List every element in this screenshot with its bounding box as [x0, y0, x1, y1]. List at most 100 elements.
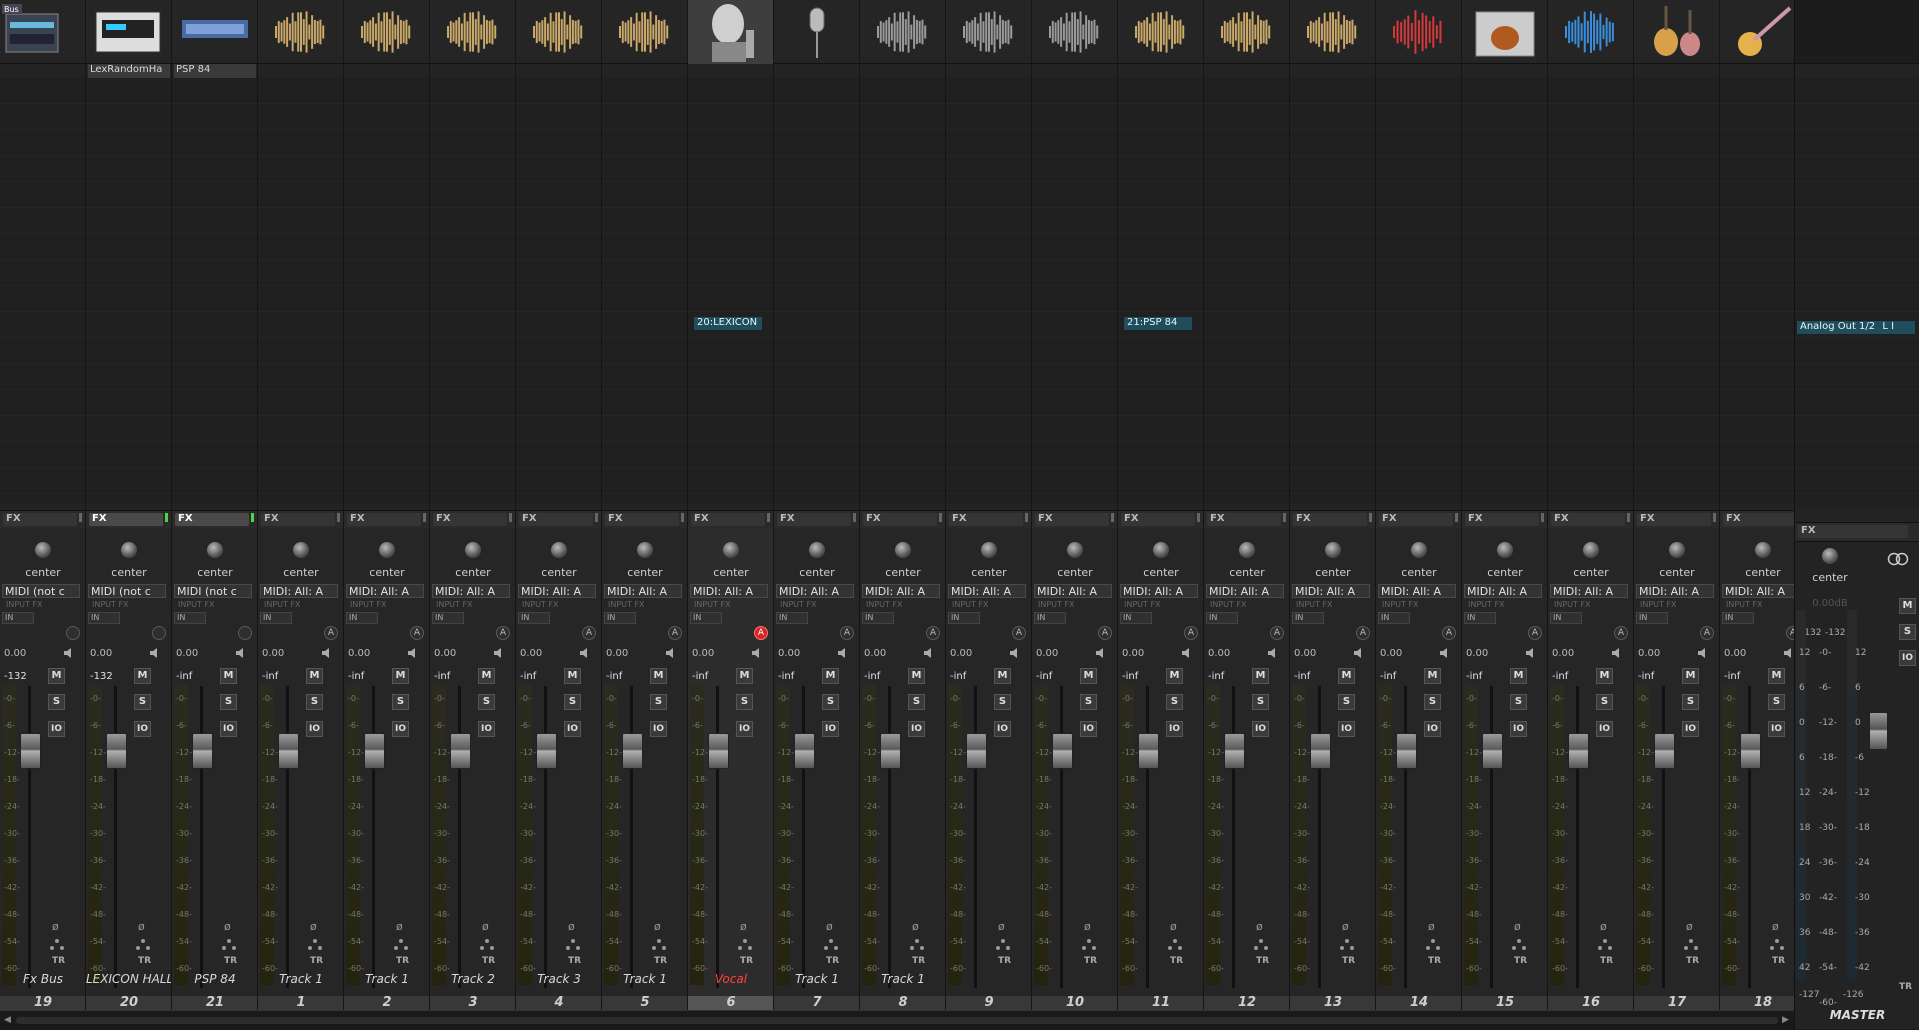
tr-button[interactable]: TR: [310, 956, 323, 966]
solo-button[interactable]: S: [392, 694, 409, 710]
fx-bypass-button[interactable]: IO: [1166, 721, 1183, 737]
volume-fader-handle[interactable]: [1396, 733, 1417, 769]
input-select[interactable]: MIDI: All: A: [948, 584, 1026, 598]
mute-button[interactable]: M: [908, 668, 925, 684]
master-solo-button[interactable]: S: [1899, 624, 1916, 640]
routing-icon[interactable]: [50, 938, 64, 950]
fx-bypass-button[interactable]: IO: [994, 721, 1011, 737]
input-fx-label[interactable]: INPUT FX: [1382, 600, 1419, 609]
phase-invert-icon[interactable]: ø: [1772, 920, 1779, 933]
fx-bypass-button[interactable]: IO: [564, 721, 581, 737]
record-arm-button[interactable]: A: [840, 626, 854, 640]
track-number[interactable]: 5: [602, 996, 687, 1010]
record-arm-button[interactable]: A: [1356, 626, 1370, 640]
fx-bypass-button[interactable]: IO: [1424, 721, 1441, 737]
record-arm-button[interactable]: [66, 626, 80, 640]
fx-bypass-button[interactable]: IO: [1768, 721, 1785, 737]
track-number[interactable]: 9: [946, 996, 1031, 1010]
track-number[interactable]: 11: [1118, 996, 1203, 1010]
tr-button[interactable]: TR: [912, 956, 925, 966]
track-strip[interactable]: FX center MIDI: All: A INPUT FX IN A 0.0…: [516, 0, 602, 1010]
fx-bypass-button[interactable]: IO: [650, 721, 667, 737]
input-select[interactable]: MIDI: All: A: [1722, 584, 1800, 598]
fx-rack[interactable]: [688, 78, 773, 504]
fx-rack[interactable]: [1462, 78, 1547, 504]
pan-knob[interactable]: [121, 542, 137, 558]
solo-button[interactable]: S: [1080, 694, 1097, 710]
track-icon-box[interactable]: [1548, 0, 1633, 64]
mute-button[interactable]: M: [134, 668, 151, 684]
master-pan-knob[interactable]: [1822, 548, 1838, 564]
fx-rack[interactable]: [344, 78, 429, 504]
pan-knob[interactable]: [35, 542, 51, 558]
phase-invert-icon[interactable]: ø: [740, 920, 747, 933]
speaker-icon[interactable]: [1010, 648, 1022, 658]
tr-button[interactable]: TR: [1686, 956, 1699, 966]
solo-button[interactable]: S: [1424, 694, 1441, 710]
volume-fader-handle[interactable]: [708, 733, 729, 769]
solo-button[interactable]: S: [994, 694, 1011, 710]
track-strip[interactable]: FX center MIDI: All: A INPUT FX IN A 0.0…: [1290, 0, 1376, 1010]
track-name[interactable]: Track 3: [516, 972, 601, 986]
fx-rack[interactable]: [86, 78, 171, 504]
fx-button[interactable]: FX: [949, 513, 1023, 526]
track-icon-box[interactable]: [344, 0, 429, 64]
phase-invert-icon[interactable]: ø: [998, 920, 1005, 933]
speaker-icon[interactable]: [838, 648, 850, 658]
input-select[interactable]: MIDI: All: A: [1034, 584, 1112, 598]
input-monitor-button[interactable]: IN: [346, 612, 378, 624]
track-number[interactable]: 2: [344, 996, 429, 1010]
input-fx-label[interactable]: INPUT FX: [1296, 600, 1333, 609]
track-name[interactable]: Track 1: [344, 972, 429, 986]
fx-rack[interactable]: [172, 78, 257, 504]
solo-button[interactable]: S: [1596, 694, 1613, 710]
input-select[interactable]: MIDI (not c: [2, 584, 80, 598]
mute-button[interactable]: M: [392, 668, 409, 684]
tr-button[interactable]: TR: [396, 956, 409, 966]
input-fx-label[interactable]: INPUT FX: [1468, 600, 1505, 609]
track-number[interactable]: 4: [516, 996, 601, 1010]
track-number[interactable]: 3: [430, 996, 515, 1010]
record-arm-button[interactable]: A: [754, 626, 768, 640]
mute-button[interactable]: M: [1596, 668, 1613, 684]
solo-button[interactable]: S: [478, 694, 495, 710]
speaker-icon[interactable]: [1698, 648, 1710, 658]
input-select[interactable]: MIDI: All: A: [260, 584, 338, 598]
input-monitor-button[interactable]: IN: [518, 612, 550, 624]
track-number[interactable]: 7: [774, 996, 859, 1010]
fx-button[interactable]: FX: [3, 513, 77, 526]
solo-button[interactable]: S: [1768, 694, 1785, 710]
record-arm-button[interactable]: A: [1614, 626, 1628, 640]
fx-rack[interactable]: [516, 78, 601, 504]
track-number[interactable]: 17: [1634, 996, 1719, 1010]
track-strip[interactable]: FX center MIDI: All: A INPUT FX IN A 0.0…: [1204, 0, 1290, 1010]
fx-rack[interactable]: [946, 78, 1031, 504]
mute-button[interactable]: M: [1424, 668, 1441, 684]
track-strip[interactable]: 20:LEXICON FX center MIDI: All: A INPUT …: [688, 0, 774, 1010]
fx-button[interactable]: FX: [1637, 513, 1711, 526]
pan-knob[interactable]: [551, 542, 567, 558]
mute-button[interactable]: M: [650, 668, 667, 684]
phase-invert-icon[interactable]: ø: [1256, 920, 1263, 933]
volume-fader-handle[interactable]: [966, 733, 987, 769]
horizontal-scrollbar[interactable]: ◀ ▶: [0, 1010, 1794, 1030]
phase-invert-icon[interactable]: ø: [1428, 920, 1435, 933]
track-icon-box[interactable]: [1634, 0, 1719, 64]
mute-button[interactable]: M: [1768, 668, 1785, 684]
input-monitor-button[interactable]: IN: [1120, 612, 1152, 624]
routing-icon[interactable]: [910, 938, 924, 950]
track-name[interactable]: Track 1: [860, 972, 945, 986]
input-fx-label[interactable]: INPUT FX: [608, 600, 645, 609]
record-arm-button[interactable]: A: [1528, 626, 1542, 640]
input-fx-label[interactable]: INPUT FX: [92, 600, 129, 609]
fx-button[interactable]: FX: [1465, 513, 1539, 526]
track-icon-box[interactable]: [172, 0, 257, 64]
input-monitor-button[interactable]: IN: [1206, 612, 1238, 624]
pan-knob[interactable]: [1669, 542, 1685, 558]
track-icon-box[interactable]: [688, 0, 773, 64]
input-monitor-button[interactable]: IN: [776, 612, 808, 624]
phase-invert-icon[interactable]: ø: [1686, 920, 1693, 933]
fx-rack[interactable]: [1548, 78, 1633, 504]
routing-icon[interactable]: [308, 938, 322, 950]
routing-icon[interactable]: [566, 938, 580, 950]
